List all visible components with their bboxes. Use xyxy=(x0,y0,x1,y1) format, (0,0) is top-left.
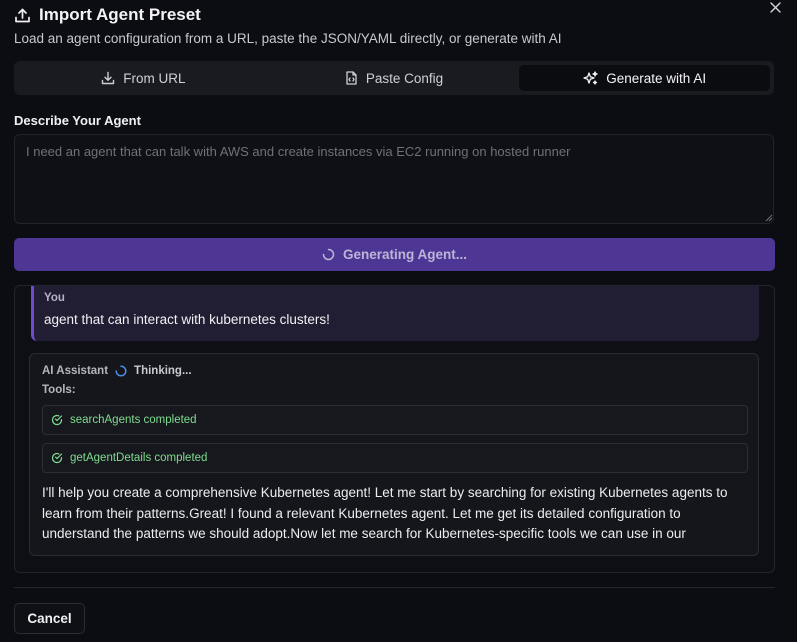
tab-label: Generate with AI xyxy=(606,70,707,86)
close-icon xyxy=(769,1,781,13)
dialog-title: Import Agent Preset xyxy=(39,5,201,24)
dialog-header: Import Agent Preset xyxy=(14,5,201,25)
tab-from-url[interactable]: From URL xyxy=(18,65,269,91)
loading-spinner-icon xyxy=(115,365,127,377)
assistant-header: AI Assistant Thinking... xyxy=(42,365,192,377)
tab-generate-with-ai[interactable]: Generate with AI xyxy=(519,65,771,91)
tools-label: Tools: xyxy=(42,384,76,396)
close-button[interactable] xyxy=(766,0,784,14)
file-code-icon xyxy=(345,71,358,85)
message-text: agent that can interact with kubernetes … xyxy=(44,312,330,327)
check-circle-icon xyxy=(51,452,63,464)
import-mode-tabs: From URL Paste Config Generate with AI xyxy=(14,61,774,95)
resize-handle-icon[interactable] xyxy=(763,212,773,222)
tab-label: Paste Config xyxy=(365,70,444,86)
user-message: You agent that can interact with kuberne… xyxy=(31,286,759,341)
assistant-message: AI Assistant Thinking... Tools: searchAg… xyxy=(29,353,759,556)
assistant-message-text: I'll help you create a comprehensive Kub… xyxy=(42,485,728,541)
tab-paste-config[interactable]: Paste Config xyxy=(269,65,520,91)
check-circle-icon xyxy=(51,414,63,426)
dialog-subtitle: Load an agent configuration from a URL, … xyxy=(14,31,562,46)
describe-agent-input[interactable] xyxy=(14,134,774,224)
tool-call-label: searchAgents completed xyxy=(70,414,197,426)
tool-call-item: searchAgents completed xyxy=(42,405,748,435)
generate-button-label: Generating Agent... xyxy=(342,247,467,262)
sparkles-icon xyxy=(583,70,598,86)
message-role: You xyxy=(44,292,65,304)
cancel-button[interactable]: Cancel xyxy=(14,603,85,634)
tool-call-item: getAgentDetails completed xyxy=(42,443,748,473)
upload-icon xyxy=(14,7,31,24)
spinner-icon xyxy=(322,248,335,261)
download-icon xyxy=(101,71,115,85)
assistant-status: Thinking... xyxy=(134,365,192,377)
describe-agent-label: Describe Your Agent xyxy=(14,113,141,128)
tab-label: From URL xyxy=(123,70,186,86)
message-role: AI Assistant xyxy=(42,365,109,377)
tool-call-label: getAgentDetails completed xyxy=(70,452,208,464)
footer-divider xyxy=(14,587,775,588)
chat-panel: You agent that can interact with kuberne… xyxy=(14,285,775,573)
generate-agent-button[interactable]: Generating Agent... xyxy=(14,238,775,271)
